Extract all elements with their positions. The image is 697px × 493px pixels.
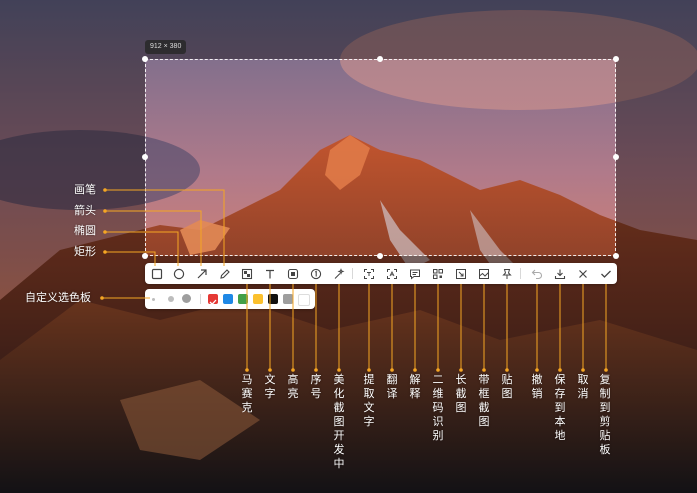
- label-explain: 解释: [409, 374, 421, 400]
- label-translate: 翻译: [386, 374, 398, 400]
- label-pin: 贴图: [501, 374, 513, 400]
- label-save: 保存到本地: [554, 374, 566, 442]
- label-frame-screenshot: 带框截图: [478, 374, 490, 428]
- label-undo: 撤销: [531, 374, 543, 400]
- callout-arrow-dot: [103, 209, 107, 213]
- label-text: 文字: [264, 374, 276, 400]
- callout-ellipse-dot: [103, 230, 107, 234]
- callout-bottom-9-dot: [459, 368, 463, 372]
- callout-bottom-10-dot: [482, 368, 486, 372]
- callout-palette-dot: [100, 296, 104, 300]
- callout-bottom-3-dot: [314, 368, 318, 372]
- callout-bottom-2-dot: [291, 368, 295, 372]
- annotation-callouts: [100, 188, 608, 372]
- label-cancel: 取消: [577, 374, 589, 400]
- callout-bottom-11-dot: [505, 368, 509, 372]
- callout-pen: [105, 189, 225, 266]
- label-mosaic: 马赛克: [241, 374, 253, 414]
- label-ocr: 提取文字: [363, 374, 375, 428]
- callout-bottom-1-dot: [268, 368, 272, 372]
- label-custom-palette: 自定义选色板: [25, 292, 91, 304]
- callout-bottom-7-dot: [413, 368, 417, 372]
- callout-bottom-12-dot: [535, 368, 539, 372]
- callout-bottom-0-dot: [245, 368, 249, 372]
- callout-bottom-13-dot: [558, 368, 562, 372]
- callout-rect: [105, 251, 156, 266]
- callout-bottom-6-dot: [390, 368, 394, 372]
- callout-rect-dot: [103, 250, 107, 254]
- label-pen: 画笔: [74, 184, 96, 196]
- label-long-screenshot: 长截图: [455, 374, 467, 414]
- callout-bottom-4-dot: [337, 368, 341, 372]
- label-number: 序号: [310, 374, 322, 400]
- label-arrow: 箭头: [74, 205, 96, 217]
- callout-bottom-15-dot: [604, 368, 608, 372]
- callout-ellipse: [105, 231, 179, 266]
- callout-bottom-14-dot: [581, 368, 585, 372]
- callout-bottom-5-dot: [367, 368, 371, 372]
- label-copy: 复制到剪贴板: [599, 374, 611, 456]
- label-rect: 矩形: [74, 246, 96, 258]
- label-qrcode: 二维码识别: [432, 374, 444, 442]
- label-highlight: 高亮: [287, 374, 299, 400]
- callout-arrow: [105, 210, 202, 266]
- callout-bottom-8-dot: [436, 368, 440, 372]
- label-beautify: 美化截图开发中: [333, 374, 345, 470]
- callout-pen-dot: [103, 188, 107, 192]
- label-ellipse: 椭圆: [74, 225, 96, 237]
